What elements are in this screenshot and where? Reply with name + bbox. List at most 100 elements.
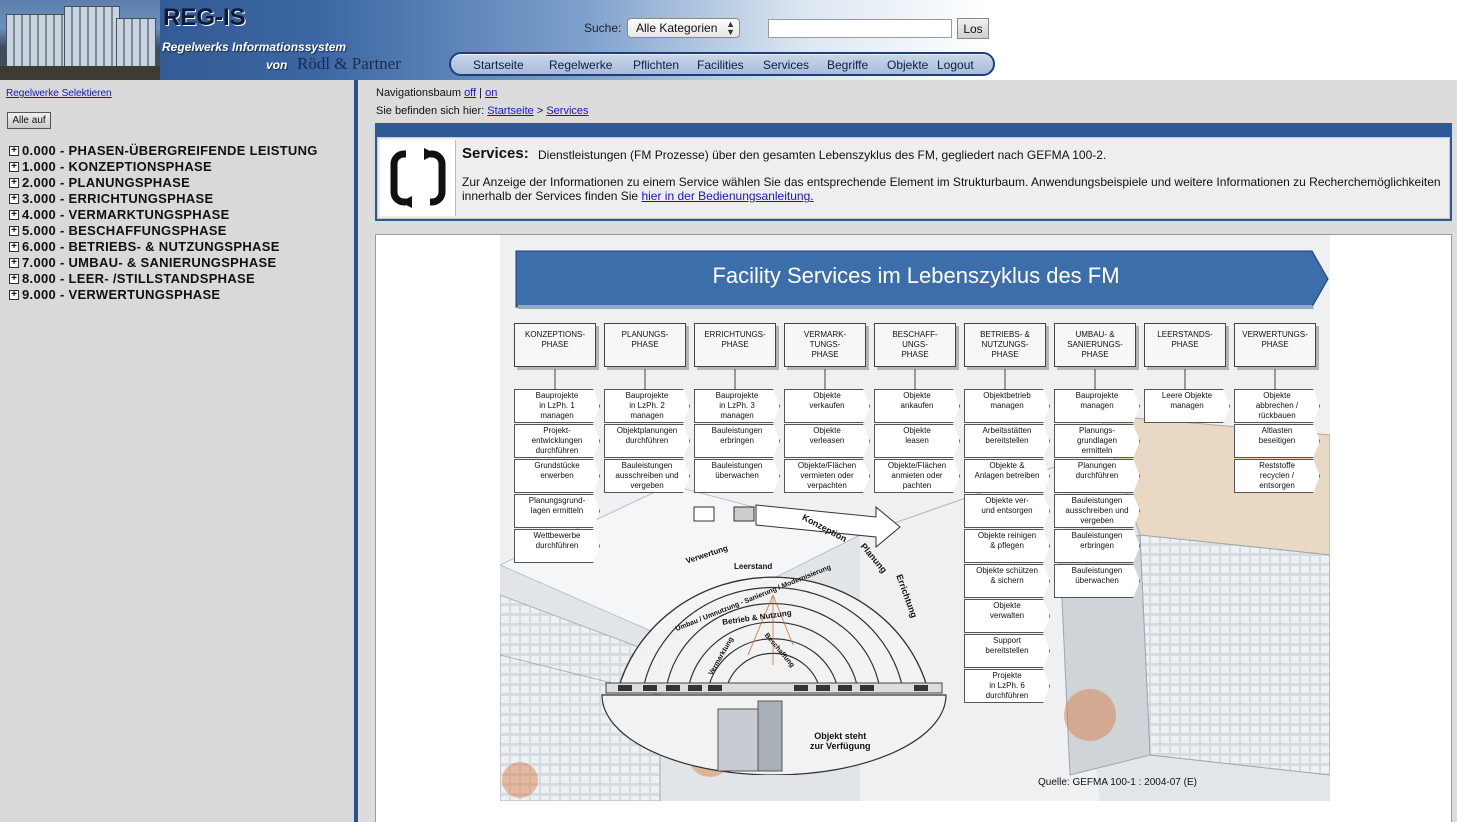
search-label: Suche:: [584, 21, 622, 35]
task-errichtung-1: Bauprojekte in LzPh. 3 managen: [694, 389, 780, 423]
expand-plus-icon[interactable]: +: [9, 210, 19, 220]
breadcrumb-services-link[interactable]: Services: [546, 105, 588, 117]
search-button[interactable]: Los: [957, 18, 989, 39]
navtree-toggle: Navigationsbaum off | on: [376, 87, 497, 99]
task-leerstand-1: Leere Objekte managen: [1144, 389, 1230, 423]
manual-link[interactable]: hier in der Bedienungsanleitung.: [641, 189, 813, 203]
task-konzeption-4: Planungsgrund- lagen ermitteln: [514, 494, 600, 528]
expand-plus-icon[interactable]: +: [9, 258, 19, 268]
tree-item-label[interactable]: 1.000 - KONZEPTIONSPHASE: [22, 159, 212, 174]
logo-von: von: [266, 58, 288, 72]
diagram-title: Facility Services im Lebenszyklus des FM: [712, 263, 1120, 288]
diagram-source: Quelle: GEFMA 100-1 : 2004-07 (E): [1038, 777, 1197, 788]
info-frame: Services: Dienstleistungen (FM Prozesse)…: [375, 123, 1452, 221]
nav-regelwerke[interactable]: Regelwerke: [549, 58, 612, 72]
select-regulations-link[interactable]: Regelwerke Selektieren: [6, 88, 112, 99]
task-konzeption-3: Grundstücke erwerben: [514, 459, 600, 493]
navtree-off-link[interactable]: off: [464, 87, 476, 99]
task-planung-2: Objektplanungen durchführen: [604, 424, 690, 458]
info-heading: Services:: [462, 145, 529, 162]
logo-building-photo: [0, 0, 160, 80]
center-label: Objekt steht zur Verfügung: [810, 731, 871, 751]
task-umbau-6: Bauleistungen überwachen: [1054, 564, 1140, 598]
expand-plus-icon[interactable]: +: [9, 226, 19, 236]
tree-item-label[interactable]: 9.000 - VERWERTUNGSPHASE: [22, 287, 220, 302]
info-panel: Services: Dienstleistungen (FM Prozesse)…: [377, 137, 1450, 219]
tree-item-label[interactable]: 4.000 - VERMARKTUNGSPHASE: [22, 207, 230, 222]
breadcrumb-separator: >: [536, 105, 544, 117]
logo-partner: Rödl & Partner: [297, 54, 401, 73]
tree-item-label[interactable]: 8.000 - LEER- /STILLSTANDSPHASE: [22, 271, 255, 286]
main-nav: Startseite Regelwerke Pflichten Faciliti…: [449, 52, 995, 76]
task-betrieb-5: Objekte reinigen & pflegen: [964, 529, 1050, 563]
task-errichtung-2: Bauleistungen erbringen: [694, 424, 780, 458]
breadcrumb: Sie befinden sich hier: Startseite > Ser…: [376, 105, 589, 117]
tree-item-label[interactable]: 2.000 - PLANUNGSPHASE: [22, 175, 190, 190]
open-all-button[interactable]: Alle auf: [7, 112, 51, 129]
task-beschaffung-3: Objekte/Flächen anmieten oder pachten: [874, 459, 960, 493]
phase-box-planung: PLANUNGS- PHASE: [604, 323, 686, 367]
expand-plus-icon[interactable]: +: [9, 178, 19, 188]
tree-item-label[interactable]: 0.000 - PHASEN-ÜBERGREIFENDE LEISTUNG: [22, 143, 318, 158]
services-cycle-icon: [380, 140, 456, 216]
tree-item-label[interactable]: 7.000 - UMBAU- & SANIERUNGSPHASE: [22, 255, 276, 270]
phase-box-umbau: UMBAU- & SANIERUNGS- PHASE: [1054, 323, 1136, 367]
task-umbau-1: Bauprojekte managen: [1054, 389, 1140, 423]
app-window: REG-IS Regelwerks Informationssystem von…: [0, 0, 1457, 822]
expand-plus-icon[interactable]: +: [9, 242, 19, 252]
info-text: Zur Anzeige der Informationen zu einem S…: [462, 175, 1447, 203]
task-vermarktung-3: Objekte/Flächen vermieten oder verpachte…: [784, 459, 870, 493]
arc-label-leerstand: Leerstand: [734, 562, 773, 571]
logo-title: REG-IS: [163, 4, 246, 31]
search-input[interactable]: [768, 19, 952, 38]
phase-box-konzeption: KONZEPTIONS- PHASE: [514, 323, 596, 367]
task-errichtung-3: Bauleistungen überwachen: [694, 459, 780, 493]
task-umbau-5: Bauleistungen erbringen: [1054, 529, 1140, 563]
task-vermarktung-2: Objekte verleasen: [784, 424, 870, 458]
expand-plus-icon[interactable]: +: [9, 274, 19, 284]
task-betrieb-9: Projekte in LzPh. 6 durchführen: [964, 669, 1050, 703]
tree-item-label[interactable]: 5.000 - BESCHAFFUNGSPHASE: [22, 223, 227, 238]
breadcrumb-home-link[interactable]: Startseite: [487, 105, 533, 117]
nav-logout[interactable]: Logout: [937, 58, 974, 72]
task-konzeption-5: Wettbewerbe durchführen: [514, 529, 600, 563]
task-betrieb-7: Objekte verwalten: [964, 599, 1050, 633]
center-label-line-1: Objekt steht: [814, 731, 867, 741]
expand-plus-icon[interactable]: +: [9, 146, 19, 156]
nav-services[interactable]: Services: [763, 58, 809, 72]
phase-box-beschaffung: BESCHAFF- UNGS- PHASE: [874, 323, 956, 367]
nav-pflichten[interactable]: Pflichten: [633, 58, 679, 72]
diagram-frame: Facility Services im Lebenszyklus des FM…: [375, 234, 1452, 822]
tree-item-label[interactable]: 6.000 - BETRIEBS- & NUTZUNGSPHASE: [22, 239, 280, 254]
tree-item-label[interactable]: 3.000 - ERRICHTUNGSPHASE: [22, 191, 213, 206]
task-verwertung-2: Altlasten beseitigen: [1234, 424, 1320, 458]
nav-startseite[interactable]: Startseite: [473, 58, 524, 72]
task-verwertung-1: Objekte abbrechen / rückbauen: [1234, 389, 1320, 423]
task-betrieb-3: Objekte & Anlagen betreiben: [964, 459, 1050, 493]
expand-plus-icon[interactable]: +: [9, 194, 19, 204]
phase-box-verwertung: VERWERTUNGS- PHASE: [1234, 323, 1316, 367]
task-vermarktung-1: Objekte verkaufen: [784, 389, 870, 423]
info-description: Dienstleistungen (FM Prozesse) über den …: [538, 148, 1107, 162]
phase-box-vermarktung: VERMARK- TUNGS- PHASE: [784, 323, 866, 367]
logo-subtitle: Regelwerks Informationssystem: [162, 40, 347, 54]
sidebar: Regelwerke Selektieren Alle auf +0.000 -…: [0, 80, 354, 822]
facility-services-diagram: Facility Services im Lebenszyklus des FM…: [500, 235, 1330, 801]
task-betrieb-2: Arbeitsstätten bereitstellen: [964, 424, 1050, 458]
nav-objekte[interactable]: Objekte: [887, 58, 928, 72]
center-label-line-2: zur Verfügung: [810, 741, 871, 751]
expand-plus-icon[interactable]: +: [9, 290, 19, 300]
task-planung-1: Bauprojekte in LzPh. 2 managen: [604, 389, 690, 423]
task-konzeption-2: Projekt- entwicklungen durchführen: [514, 424, 600, 458]
task-betrieb-6: Objekte schützen & sichern: [964, 564, 1050, 598]
nav-begriffe[interactable]: Begriffe: [827, 58, 868, 72]
task-betrieb-4: Objekte ver- und entsorgen: [964, 494, 1050, 528]
nav-facilities[interactable]: Facilities: [697, 58, 744, 72]
phase-box-leerstand: LEERSTANDS- PHASE: [1144, 323, 1226, 367]
navtree-on-link[interactable]: on: [485, 87, 497, 99]
expand-plus-icon[interactable]: +: [9, 162, 19, 172]
task-verwertung-3: Reststoffe recyclen / entsorgen: [1234, 459, 1320, 493]
search-category-select[interactable]: Alle Kategorien ▲ ▼: [627, 18, 740, 38]
task-betrieb-1: Objektbetrieb managen: [964, 389, 1050, 423]
task-planung-3: Bauleistungen ausschreiben und vergeben: [604, 459, 690, 493]
